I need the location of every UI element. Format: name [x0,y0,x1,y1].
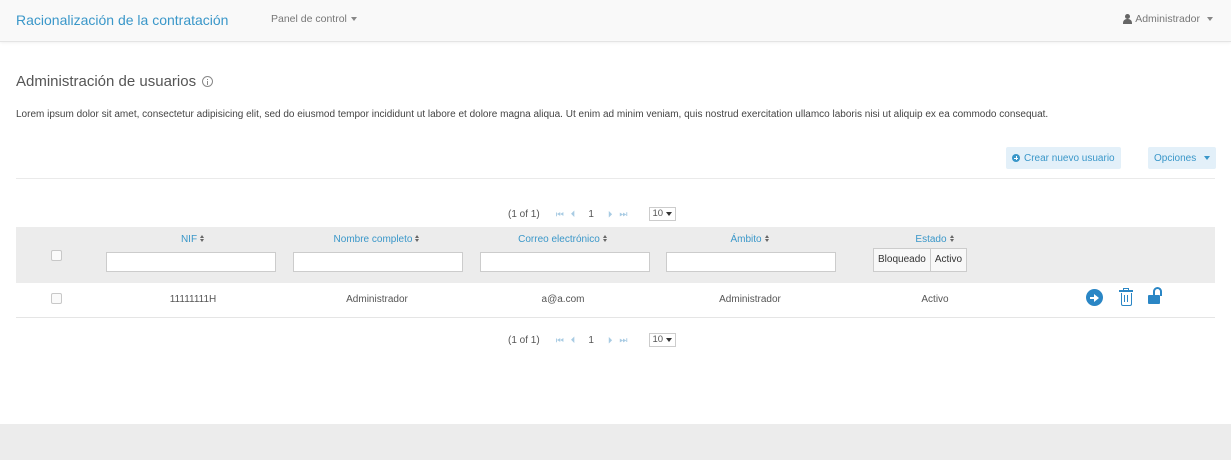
rows-per-page-value: 10 [652,334,664,345]
column-header-nif[interactable]: NIF [153,234,233,245]
sort-icon [764,235,770,243]
row-checkbox[interactable] [51,293,62,304]
filter-activo-button[interactable]: Activo [929,249,966,271]
cell-estado: Activo [921,294,949,305]
prev-page-icon[interactable]: ⏴ [571,335,575,346]
chevron-down-icon [350,17,357,22]
page-title: Administración de usuarios [16,73,214,90]
trash-icon[interactable] [1119,288,1133,306]
rows-per-page-select[interactable]: 10 [648,207,677,221]
sort-icon [602,235,608,243]
page-footer [0,424,1231,460]
dropdown-arrow-icon [666,212,673,216]
ambito-filter-input[interactable] [666,252,836,272]
next-page-icon[interactable]: ⏵ [608,209,612,220]
page-info: (1 of 1) [508,334,540,346]
sort-icon [415,235,420,243]
column-header-nombre[interactable]: Nombre completo [302,234,452,245]
dropdown-arrow-icon [666,338,673,342]
chevron-down-icon [1207,17,1213,21]
column-title: NIF [180,234,198,245]
plus-circle-icon [1012,154,1020,162]
estado-filter-toggle: Bloqueado Activo [873,248,968,272]
column-title: Correo electrónico [518,234,600,245]
nombre-filter-input[interactable] [293,252,463,272]
panel-control-menu[interactable]: Panel de control [271,13,357,25]
rows-per-page-select[interactable]: 10 [648,333,677,347]
filter-bloqueado-button[interactable]: Bloqueado [874,249,930,271]
column-title: Nombre completo [333,234,413,245]
last-page-icon[interactable]: ⏭ [619,335,627,346]
next-page-icon[interactable]: ⏵ [608,335,612,346]
column-header-ambito[interactable]: Ámbito [700,234,800,245]
select-all-checkbox[interactable] [51,250,62,261]
column-header-estado[interactable]: Estado [880,234,990,245]
options-button[interactable]: Opciones [1148,147,1217,169]
column-title: Estado [915,234,947,245]
nif-filter-input[interactable] [106,252,276,272]
cell-correo: a@a.com [541,294,585,305]
sort-icon [949,235,955,243]
page-number[interactable]: 1 [588,335,594,346]
sort-icon [200,235,205,243]
app-brand[interactable]: Racionalización de la contratación [16,12,228,28]
user-icon [1123,14,1133,24]
panel-control-label: Panel de control [271,13,347,25]
cell-nif: 11111111H [169,294,217,305]
page-title-text: Administración de usuarios [16,73,197,90]
first-page-icon[interactable]: ⏮ [556,209,564,220]
paginator-bottom: (1 of 1) ⏮ ⏴ 1 ⏵ ⏭ 10 [508,332,677,348]
correo-filter-input[interactable] [480,252,650,272]
user-menu-label: Administrador [1135,13,1200,25]
create-user-label: Crear nuevo usuario [1024,152,1115,164]
column-header-correo[interactable]: Correo electrónico [488,234,638,245]
column-title: Ámbito [730,234,762,245]
top-navbar: Racionalización de la contratación Panel… [0,0,1231,42]
cell-ambito: Administrador [719,294,781,305]
page-info: (1 of 1) [508,208,540,220]
arrow-circle-right-icon[interactable] [1086,289,1103,306]
paginator-top: (1 of 1) ⏮ ⏴ 1 ⏵ ⏭ 10 [508,206,677,222]
unlock-icon[interactable] [1148,287,1163,305]
options-label: Opciones [1154,152,1197,164]
chevron-down-icon [1204,156,1211,160]
create-user-button[interactable]: Crear nuevo usuario [1006,147,1121,169]
user-menu[interactable]: Administrador [1123,13,1213,25]
page-number[interactable]: 1 [588,209,594,220]
divider [16,178,1215,179]
last-page-icon[interactable]: ⏭ [619,209,627,220]
info-icon[interactable] [202,76,214,87]
rows-per-page-value: 10 [652,208,664,219]
page-description: Lorem ipsum dolor sit amet, consectetur … [16,109,1049,120]
first-page-icon[interactable]: ⏮ [556,335,564,346]
cell-nombre: Administrador [346,294,408,305]
prev-page-icon[interactable]: ⏴ [571,209,575,220]
